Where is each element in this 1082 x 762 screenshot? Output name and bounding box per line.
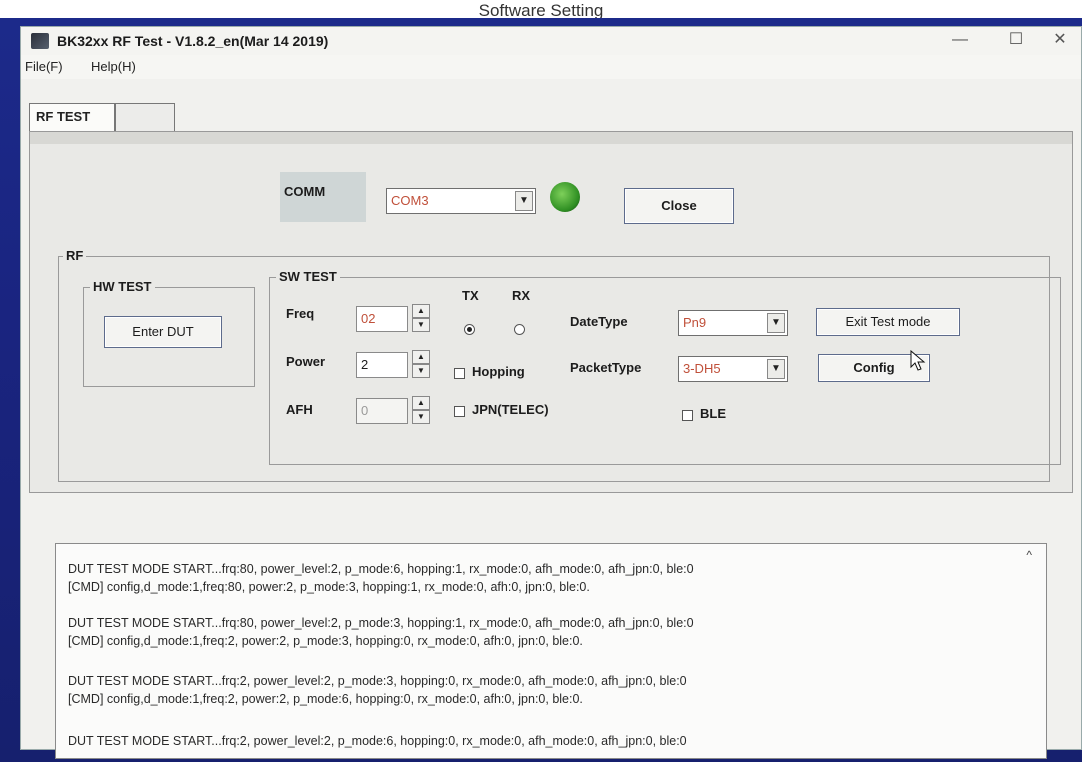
- power-label: Power: [286, 354, 326, 369]
- power-input[interactable]: 2: [356, 352, 408, 378]
- menu-file[interactable]: File(F): [25, 59, 63, 74]
- close-icon[interactable]: ✕: [1037, 27, 1082, 55]
- freq-label: Freq: [286, 306, 315, 321]
- exit-test-mode-button[interactable]: Exit Test mode: [816, 308, 960, 336]
- hw-test-title: HW TEST: [90, 279, 155, 294]
- chevron-down-icon[interactable]: ▼: [515, 191, 533, 211]
- rf-test-panel: COMM COM3 ▼ Close RF HW TEST Enter DUT S…: [29, 131, 1073, 493]
- ble-label: BLE: [700, 406, 726, 421]
- comm-label: COMM: [284, 184, 326, 199]
- packettype-label: PacketType: [570, 360, 642, 375]
- log-line: [CMD] config,d_mode:1,freq:2, power:2, p…: [68, 692, 583, 706]
- afh-input[interactable]: 0: [356, 398, 408, 424]
- maximize-icon[interactable]: ☐: [993, 27, 1039, 55]
- ble-checkbox[interactable]: [682, 410, 693, 421]
- chevron-down-icon[interactable]: ▼: [767, 313, 785, 333]
- menu-bar: File(F) Help(H): [21, 55, 1081, 79]
- window-title: BK32xx RF Test - V1.8.2_en(Mar 14 2019): [57, 33, 329, 49]
- tab-rf-test[interactable]: RF TEST: [29, 103, 115, 131]
- scroll-up-icon[interactable]: ^: [1026, 548, 1032, 562]
- connection-status-led: [550, 182, 580, 212]
- close-port-button[interactable]: Close: [624, 188, 734, 224]
- panel-header-strip: [30, 132, 1072, 144]
- log-line: DUT TEST MODE START...frq:80, power_leve…: [68, 616, 694, 630]
- rx-label: RX: [512, 288, 531, 303]
- power-stepper[interactable]: ▲ ▼: [412, 350, 430, 380]
- log-output[interactable]: ^ DUT TEST MODE START...frq:80, power_le…: [55, 543, 1047, 759]
- sw-test-group: SW TEST Freq 02 ▲ ▼ Power 2 ▲ ▼ AFH 0 ▲ ▼ T…: [269, 269, 1061, 465]
- title-bar[interactable]: BK32xx RF Test - V1.8.2_en(Mar 14 2019) …: [21, 27, 1081, 55]
- log-line: [CMD] config,d_mode:1,freq:80, power:2, …: [68, 580, 590, 594]
- minimize-icon[interactable]: —: [937, 27, 983, 55]
- tx-radio[interactable]: [464, 324, 475, 335]
- afh-stepper[interactable]: ▲ ▼: [412, 396, 430, 426]
- log-line: [CMD] config,d_mode:1,freq:2, power:2, p…: [68, 634, 583, 648]
- hopping-checkbox[interactable]: [454, 368, 465, 379]
- log-line: DUT TEST MODE START...frq:2, power_level…: [68, 674, 687, 688]
- rx-radio[interactable]: [514, 324, 525, 335]
- app-window: BK32xx RF Test - V1.8.2_en(Mar 14 2019) …: [20, 26, 1082, 759]
- hw-test-group: HW TEST Enter DUT: [83, 279, 255, 387]
- afh-label: AFH: [286, 402, 313, 417]
- menu-help[interactable]: Help(H): [91, 59, 136, 74]
- tab-blank[interactable]: [115, 103, 175, 131]
- jpn-telec-checkbox[interactable]: [454, 406, 465, 417]
- enter-dut-button[interactable]: Enter DUT: [104, 316, 222, 348]
- packettype-select[interactable]: 3-DH5 ▼: [678, 356, 788, 382]
- mouse-pointer-icon: [910, 350, 926, 371]
- rf-group-title: RF: [63, 248, 87, 263]
- tab-strip: RF TEST: [29, 103, 1073, 131]
- desktop-background: BK32xx RF Test - V1.8.2_en(Mar 14 2019) …: [0, 18, 1082, 762]
- sw-test-title: SW TEST: [276, 269, 340, 284]
- tx-label: TX: [462, 288, 479, 303]
- freq-input[interactable]: 02: [356, 306, 408, 332]
- datetype-select[interactable]: Pn9 ▼: [678, 310, 788, 336]
- rf-group: RF HW TEST Enter DUT SW TEST Freq 02 ▲ ▼ …: [58, 248, 1061, 482]
- comm-port-value: COM3: [391, 193, 429, 208]
- comm-label-box: COMM: [280, 172, 366, 222]
- comm-port-select[interactable]: COM3 ▼: [386, 188, 536, 214]
- log-line: DUT TEST MODE START...frq:2, power_level…: [68, 734, 687, 748]
- datetype-value: Pn9: [683, 315, 707, 330]
- datetype-label: DateType: [570, 314, 628, 329]
- app-icon: [31, 33, 49, 49]
- packettype-value: 3-DH5: [683, 361, 721, 376]
- jpn-telec-label: JPN(TELEC): [472, 402, 549, 417]
- freq-stepper[interactable]: ▲ ▼: [412, 304, 430, 334]
- chevron-down-icon[interactable]: ▼: [767, 359, 785, 379]
- log-line: DUT TEST MODE START...frq:80, power_leve…: [68, 562, 694, 576]
- hopping-label: Hopping: [472, 364, 525, 379]
